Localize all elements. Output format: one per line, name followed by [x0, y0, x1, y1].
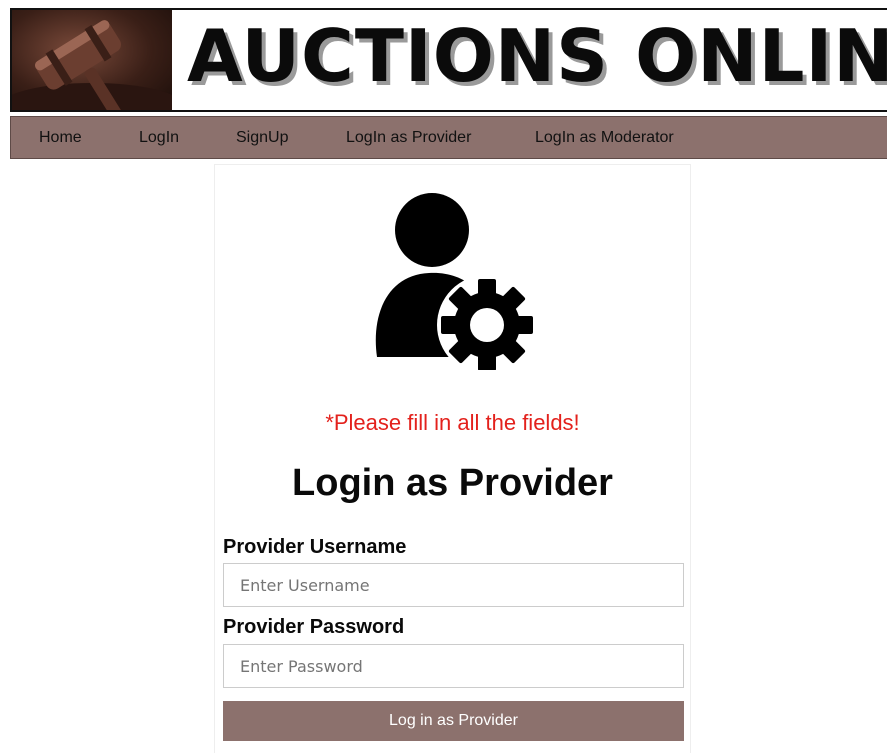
site-title: AUCTIONS ONLINE [187, 14, 887, 98]
error-message: *Please fill in all the fields! [325, 410, 580, 435]
login-provider-button[interactable]: Log in as Provider [223, 701, 684, 741]
password-input[interactable] [223, 644, 684, 688]
username-label: Provider Username [223, 536, 407, 558]
nav-item-login[interactable]: LogIn [139, 117, 179, 158]
nav-item-signup[interactable]: SignUp [236, 117, 288, 158]
password-label: Provider Password [223, 616, 405, 638]
user-gear-icon [369, 185, 544, 375]
page-title: Login as Provider [292, 462, 613, 504]
nav-item-login-provider[interactable]: LogIn as Provider [346, 117, 471, 158]
username-input[interactable] [223, 563, 684, 607]
header-banner: AUCTIONS ONLINE [10, 8, 887, 112]
login-card: *Please fill in all the fields! Login as… [214, 164, 691, 753]
gavel-icon [12, 10, 172, 110]
page: AUCTIONS ONLINE Home LogIn SignUp LogIn … [0, 0, 887, 753]
nav-bar: Home LogIn SignUp LogIn as Provider LogI… [10, 116, 887, 159]
nav-item-login-moderator[interactable]: LogIn as Moderator [535, 117, 674, 158]
nav-item-home[interactable]: Home [39, 117, 82, 158]
